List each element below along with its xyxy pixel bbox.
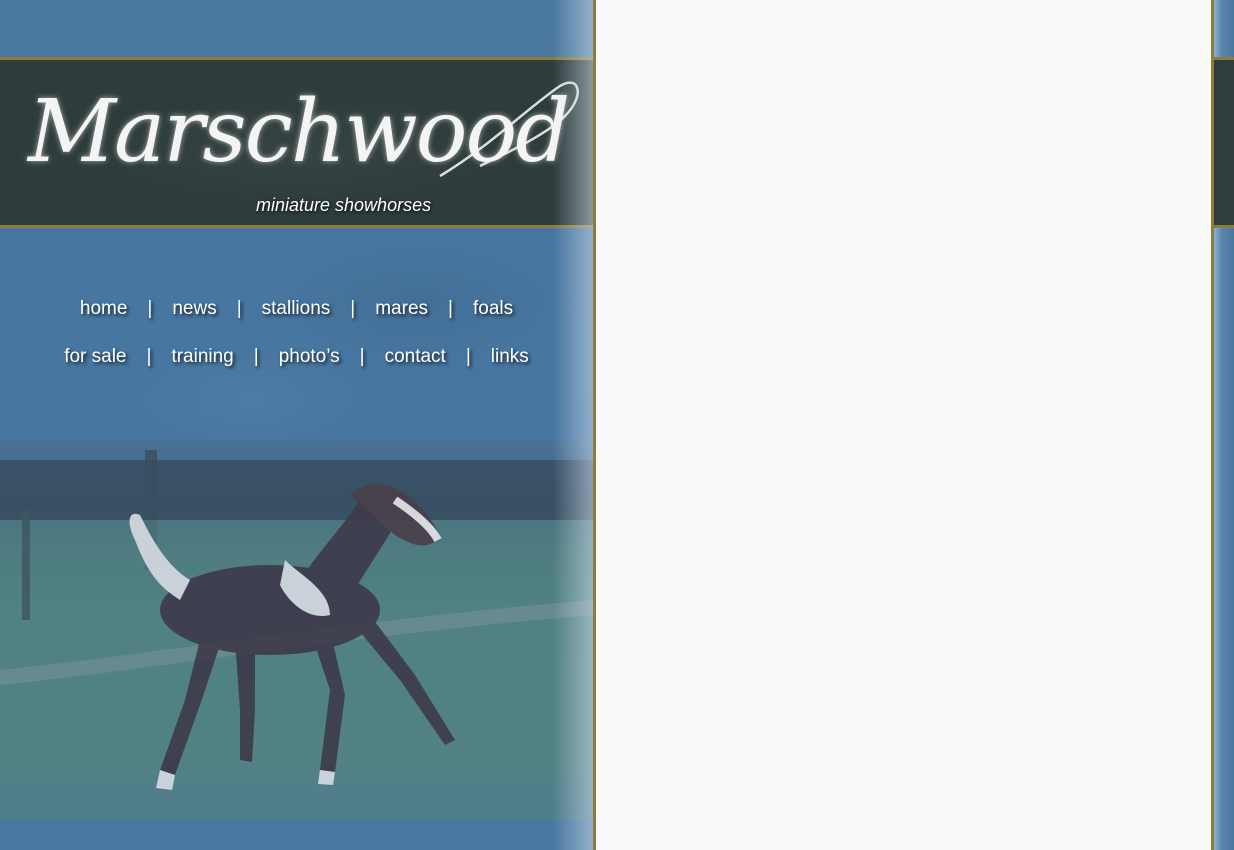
nav-separator: |: [350, 298, 356, 319]
nav-link-training[interactable]: training: [171, 346, 233, 368]
nav-separator: |: [147, 298, 153, 319]
nav-separator: |: [236, 298, 242, 319]
main-content-area: [596, 0, 1211, 850]
foal-photo: [0, 440, 593, 820]
nav-separator: |: [253, 346, 259, 367]
nav-separator: |: [146, 346, 152, 367]
nav-link-news[interactable]: news: [172, 298, 216, 320]
nav-link-home[interactable]: home: [80, 298, 128, 320]
sidebar: Marschwood miniature showhorses home | n…: [0, 0, 593, 850]
nav-row-primary: home | news | stallions | mares | foals: [0, 298, 593, 320]
nav-link-foals[interactable]: foals: [473, 298, 513, 320]
nav-separator: |: [465, 346, 471, 367]
nav-link-for-sale[interactable]: for sale: [64, 346, 126, 368]
right-banner-band: [1214, 57, 1234, 228]
nav-link-contact[interactable]: contact: [385, 346, 446, 368]
nav-link-links[interactable]: links: [491, 346, 529, 368]
brand-subtitle: miniature showhorses: [256, 195, 432, 215]
nav-row-secondary: for sale | training | photo’s | contact …: [0, 346, 593, 368]
nav-link-stallions[interactable]: stallions: [262, 298, 331, 320]
nav-link-mares[interactable]: mares: [375, 298, 428, 320]
header-banner: Marschwood miniature showhorses: [0, 57, 593, 228]
brand-logo-title[interactable]: Marschwood: [28, 82, 570, 182]
nav-link-photos[interactable]: photo’s: [279, 346, 340, 368]
nav-separator: |: [448, 298, 453, 319]
right-decor-strip: [1214, 0, 1234, 850]
nav-separator: |: [359, 346, 365, 367]
foal-illustration: [0, 450, 593, 820]
